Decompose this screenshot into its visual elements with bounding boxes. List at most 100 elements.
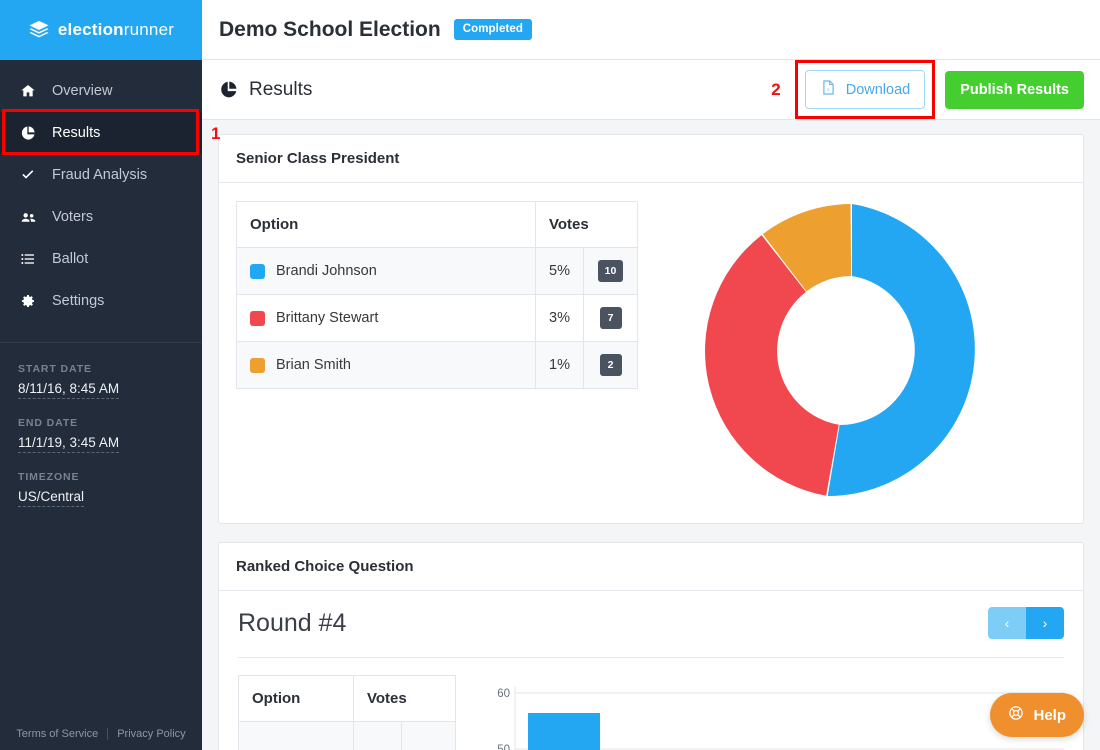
- download-button-label: Download: [846, 82, 911, 98]
- meta-value: 11/1/19, 3:45 AM: [18, 435, 119, 453]
- sidebar-item-ballot[interactable]: Ballot: [0, 238, 202, 280]
- table-body: Brandi Johnson 5% 10: [237, 248, 638, 389]
- meta-start-date: START DATE 8/11/16, 8:45 AM: [18, 363, 184, 399]
- sidebar-item-fraud-analysis[interactable]: Fraud Analysis: [0, 154, 202, 196]
- page-title: Demo School Election: [219, 18, 441, 42]
- table-row: Brandi Johnson 5% 10: [237, 248, 638, 295]
- download-button[interactable]: x Download: [805, 70, 926, 109]
- meta-label: TIMEZONE: [18, 471, 184, 483]
- meta-value: US/Central: [18, 489, 84, 507]
- ranked-choice-body: Round #4 ‹ › Option Votes: [219, 591, 1083, 750]
- president-donut-chart: [638, 201, 1066, 501]
- count-cell: 7: [584, 295, 638, 342]
- toolbar-actions: 2 x Download Publish Results: [771, 60, 1084, 119]
- sidebar-item-label: Settings: [52, 293, 104, 309]
- color-swatch: [250, 264, 265, 279]
- vote-count-badge: 2: [600, 354, 622, 376]
- option-cell: Brittany Stewart: [237, 295, 536, 342]
- sidebar-item-voters[interactable]: Voters: [0, 196, 202, 238]
- donut-chart-svg: [702, 201, 1002, 501]
- users-icon: [18, 209, 38, 226]
- excel-file-icon: x: [820, 79, 837, 100]
- results-heading-label: Results: [249, 79, 312, 101]
- card-ranked-choice-question: Ranked Choice Question Round #4 ‹ ›: [218, 542, 1084, 750]
- y-axis-tick-50: 50: [497, 744, 510, 750]
- home-icon: [18, 83, 38, 99]
- percent-cell: 5%: [536, 248, 584, 295]
- option-cell: Brandi Johnson: [237, 248, 536, 295]
- ranked-choice-table: Option Votes: [238, 675, 456, 750]
- color-swatch: [250, 311, 265, 326]
- annotation-marker-2: 2: [771, 80, 780, 100]
- terms-of-service-link[interactable]: Terms of Service: [16, 728, 98, 740]
- sidebar-item-label: Overview: [52, 83, 112, 99]
- meta-label: START DATE: [18, 363, 184, 375]
- option-name: Brian Smith: [276, 357, 351, 373]
- list-icon: [18, 251, 38, 267]
- chevron-left-icon[interactable]: ‹: [988, 607, 1026, 639]
- card-title: Ranked Choice Question: [219, 543, 1083, 591]
- count-cell: 2: [584, 342, 638, 389]
- card-title: Senior Class President: [219, 135, 1083, 183]
- sidebar-nav: Overview Results Fraud Analysis: [0, 60, 202, 322]
- president-results-table: Option Votes Brandi Johnson: [236, 201, 638, 389]
- percent-cell: 1%: [536, 342, 584, 389]
- column-header-option: Option: [239, 676, 354, 722]
- chevron-right-icon[interactable]: ›: [1026, 607, 1064, 639]
- help-button[interactable]: Help: [990, 693, 1084, 737]
- top-header-bar: Demo School Election Completed: [202, 0, 1100, 60]
- sidebar-item-label: Results: [52, 125, 100, 141]
- option-name: Brittany Stewart: [276, 310, 378, 326]
- column-header-votes: Votes: [354, 676, 456, 722]
- table-body: [239, 722, 456, 750]
- stacked-layers-icon: [28, 19, 50, 41]
- table-row: Brittany Stewart 3% 7: [237, 295, 638, 342]
- table-header-row: Option Votes: [239, 676, 456, 722]
- meta-value: 8/11/16, 8:45 AM: [18, 381, 119, 399]
- sidebar: electionrunner Overview Results: [0, 0, 202, 750]
- pie-chart-icon: [18, 125, 38, 141]
- help-button-label: Help: [1033, 707, 1066, 724]
- ranked-choice-bar-chart: 60 50: [456, 675, 1064, 750]
- table-row: Brian Smith 1% 2: [237, 342, 638, 389]
- brand-name: electionrunner: [58, 20, 174, 40]
- download-highlight-box: x Download: [795, 60, 936, 119]
- results-content: Senior Class President Option Votes: [202, 120, 1100, 750]
- bar-option-1: [528, 713, 600, 750]
- brand-name-light: runner: [124, 20, 174, 39]
- vote-count-badge: 10: [598, 260, 624, 282]
- main-content: Demo School Election Completed Results 2: [202, 0, 1100, 750]
- vote-count-badge: 7: [600, 307, 622, 329]
- y-axis-tick-60: 60: [497, 688, 510, 700]
- meta-label: END DATE: [18, 417, 184, 429]
- results-heading: Results: [219, 79, 312, 101]
- gear-icon: [18, 293, 38, 309]
- bar-chart-svg: 60 50: [484, 675, 1064, 750]
- brand-logo[interactable]: electionrunner: [0, 0, 202, 60]
- option-name: Brandi Johnson: [276, 263, 377, 279]
- privacy-policy-link[interactable]: Privacy Policy: [117, 728, 185, 740]
- brand-name-bold: election: [58, 20, 124, 39]
- round-pagination: ‹ ›: [988, 607, 1064, 639]
- card-senior-class-president: Senior Class President Option Votes: [218, 134, 1084, 524]
- status-badge: Completed: [454, 19, 532, 40]
- annotation-marker-1: 1: [211, 124, 220, 144]
- round-row: Round #4 ‹ ›: [238, 607, 1064, 639]
- percent-cell: 3%: [536, 295, 584, 342]
- sidebar-item-label: Ballot: [52, 251, 88, 267]
- footer-divider: [107, 728, 108, 740]
- meta-timezone: TIMEZONE US/Central: [18, 471, 184, 507]
- publish-results-button[interactable]: Publish Results: [945, 71, 1084, 109]
- option-cell: [239, 722, 354, 750]
- sidebar-item-results[interactable]: Results: [0, 112, 202, 154]
- pie-chart-icon: [219, 80, 238, 99]
- svg-text:x: x: [827, 87, 830, 93]
- ranked-choice-lower: Option Votes: [238, 658, 1064, 750]
- card-body: Option Votes Brandi Johnson: [219, 183, 1083, 523]
- table-head: Option Votes: [237, 202, 638, 248]
- color-swatch: [250, 358, 265, 373]
- column-header-votes: Votes: [536, 202, 638, 248]
- sidebar-item-settings[interactable]: Settings: [0, 280, 202, 322]
- sidebar-item-overview[interactable]: Overview: [0, 70, 202, 112]
- sidebar-item-label: Fraud Analysis: [52, 167, 147, 183]
